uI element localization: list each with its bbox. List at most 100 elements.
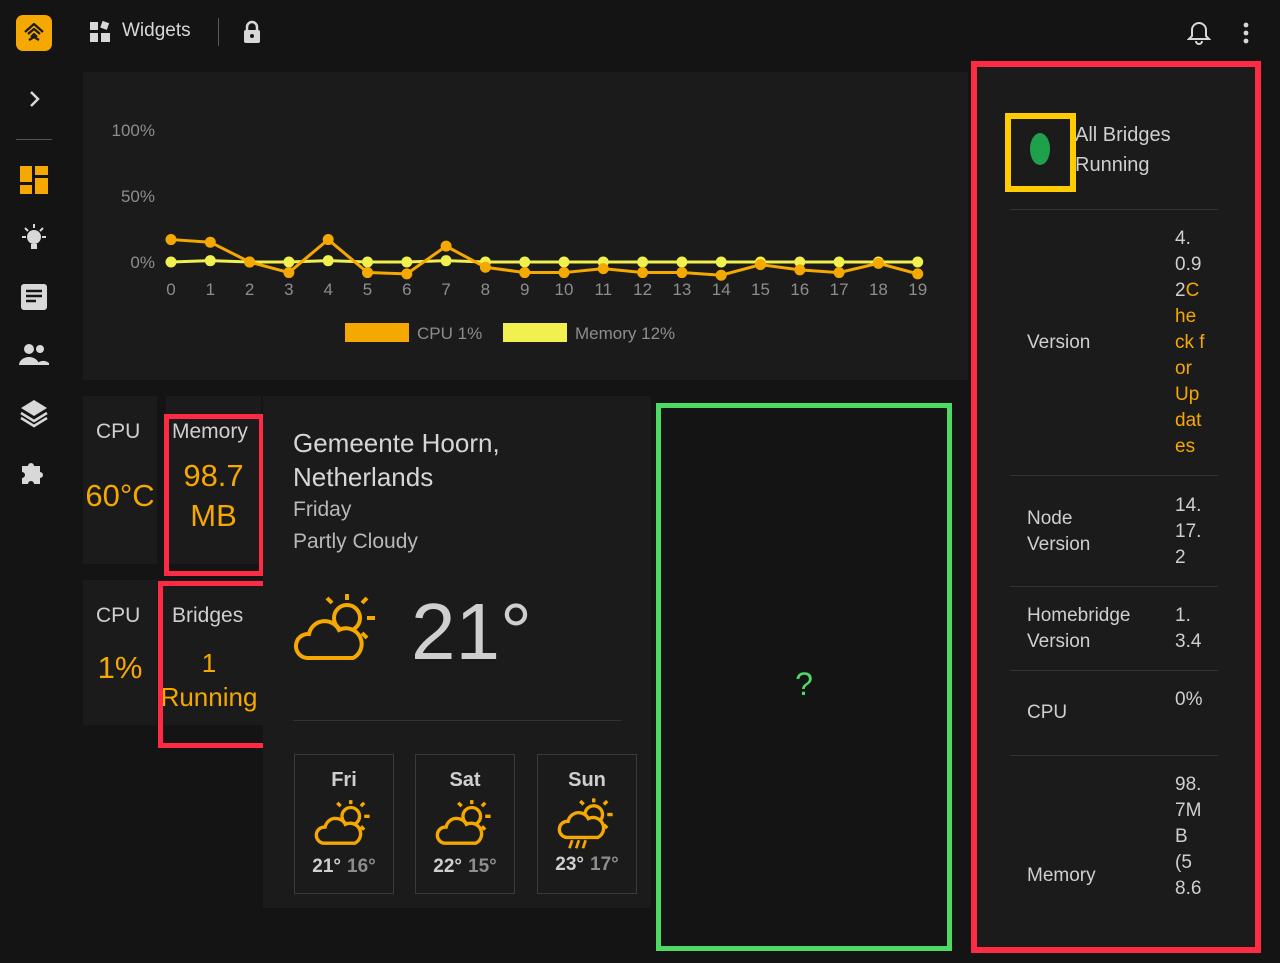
legend-label: CPU 1% xyxy=(417,324,482,343)
series-line xyxy=(170,259,918,264)
x-tick-label: 2 xyxy=(245,280,254,299)
x-tick-label: 1 xyxy=(206,280,215,299)
x-tick-label: 16 xyxy=(790,280,809,299)
unknown-widget[interactable]: ? xyxy=(656,403,952,951)
data-point xyxy=(597,263,609,275)
expand-sidebar-button[interactable] xyxy=(18,83,50,115)
forecast-day-label: Sun xyxy=(568,769,606,791)
status-text: All Bridges Running xyxy=(1075,120,1171,180)
forecast-high: 21° xyxy=(312,856,341,877)
data-point xyxy=(362,256,373,268)
location-line2: Netherlands xyxy=(293,462,434,492)
weather-day: Friday xyxy=(293,498,352,521)
cpu-label: CPU xyxy=(1027,702,1068,723)
legend-swatch xyxy=(503,323,567,342)
data-point xyxy=(912,256,924,268)
data-point xyxy=(794,264,806,276)
data-point xyxy=(362,267,373,279)
node-version-value: 14.17.2 xyxy=(1175,495,1202,568)
sidebar-item-dashboard[interactable] xyxy=(18,164,50,196)
x-tick-label: 10 xyxy=(555,280,574,299)
data-point xyxy=(244,256,256,268)
cpu-memory-chart-widget: 100% 50% 0% 0 1 2 3 4 5 6 7 8 9 10 11 12 13 14 15 16 17 18 19 C… xyxy=(83,72,968,380)
unknown-placeholder: ? xyxy=(795,666,813,702)
x-tick-label: 13 xyxy=(672,280,691,299)
data-point xyxy=(519,256,531,268)
memory-info-value: 98.7MB (58.6 xyxy=(1175,774,1202,899)
current-temperature: 21° xyxy=(411,587,532,676)
data-point xyxy=(204,236,216,248)
highlight-status xyxy=(1005,113,1076,192)
data-point xyxy=(283,267,295,279)
data-point xyxy=(401,268,413,280)
x-tick-label: 9 xyxy=(520,280,529,299)
cpu-load-card: CPU 1% xyxy=(83,580,157,725)
series-line xyxy=(170,237,919,277)
data-point xyxy=(715,256,727,268)
x-tick-label: 3 xyxy=(284,280,293,299)
forecast-low: 15° xyxy=(468,856,497,877)
more-vert-icon[interactable] xyxy=(1238,20,1254,46)
data-point xyxy=(322,255,334,267)
homebridge-logo[interactable] xyxy=(16,15,52,51)
x-tick-label: 17 xyxy=(830,280,849,299)
line-chart: 100%50%0%0 1 2 3 4 5 6 7 8 9 10 11 12 13 14 15 16 17 18 19C… xyxy=(112,121,928,343)
version-label: Version xyxy=(1027,332,1091,353)
data-point xyxy=(440,240,452,252)
highlight-bridges xyxy=(158,581,272,748)
sidebar-item-logs[interactable] xyxy=(18,281,50,313)
data-point xyxy=(322,234,334,246)
sidebar-item-accessories[interactable] xyxy=(18,222,50,254)
forecast-day-1: Fri 21° 16° xyxy=(294,754,394,894)
data-point xyxy=(479,261,491,273)
logs-icon xyxy=(21,284,47,310)
x-tick-label: 19 xyxy=(908,280,927,299)
lock-icon[interactable] xyxy=(241,20,263,44)
sidebar-item-config[interactable] xyxy=(18,397,50,429)
cpu-load-value: 1% xyxy=(97,650,143,685)
partly-cloudy-icon xyxy=(314,800,370,845)
data-point xyxy=(440,255,452,267)
x-tick-label: 12 xyxy=(633,280,652,299)
check-updates-link[interactable]: Check for Updates xyxy=(1175,280,1205,457)
forecast-low: 16° xyxy=(347,856,376,877)
status-line1: All Bridges xyxy=(1075,124,1171,146)
data-point xyxy=(715,269,727,281)
data-point xyxy=(165,234,177,246)
data-point xyxy=(637,256,649,268)
forecast-high: 23° xyxy=(555,854,584,875)
node-version-label: Node Version xyxy=(1027,508,1091,555)
weather-condition: Partly Cloudy xyxy=(293,530,418,553)
sidebar-item-users[interactable] xyxy=(18,338,50,370)
x-tick-label: 5 xyxy=(363,280,372,299)
data-point xyxy=(519,267,531,279)
row-divider xyxy=(1010,755,1218,756)
homebridge-version-value: 1.3.4 xyxy=(1175,605,1202,652)
data-point xyxy=(204,255,216,267)
homebridge-version-label: Homebridge Version xyxy=(1027,605,1131,652)
legend-label: Memory 12% xyxy=(575,324,675,343)
forecast-day-3: Sun 23° 17° xyxy=(537,754,637,894)
partly-cloudy-icon xyxy=(435,800,491,845)
data-point xyxy=(833,256,845,268)
row-divider xyxy=(1010,475,1218,476)
weather-location: Gemeente Hoorn, Netherlands Friday Partl… xyxy=(293,426,500,558)
sidebar-item-plugins[interactable] xyxy=(18,456,50,488)
data-point xyxy=(833,267,845,279)
forecast-high: 22° xyxy=(433,856,462,877)
sidebar-divider xyxy=(16,139,52,140)
cpu-temp-card: CPU 60°C xyxy=(83,396,157,564)
location-line1: Gemeente Hoorn, xyxy=(293,428,500,458)
x-tick-label: 14 xyxy=(712,280,731,299)
rain-icon xyxy=(557,798,613,849)
cpu-value: 0% xyxy=(1175,689,1203,710)
x-tick-label: 11 xyxy=(594,280,612,299)
forecast-day-2: Sat 22° 15° xyxy=(415,754,515,894)
legend-swatch xyxy=(345,323,409,342)
data-point xyxy=(676,267,688,279)
cpu-temp-value: 60°C xyxy=(85,478,155,513)
row-divider xyxy=(1010,209,1218,210)
bell-icon[interactable] xyxy=(1187,20,1211,46)
x-tick-label: 7 xyxy=(441,280,450,299)
forecast-low: 17° xyxy=(590,854,619,875)
